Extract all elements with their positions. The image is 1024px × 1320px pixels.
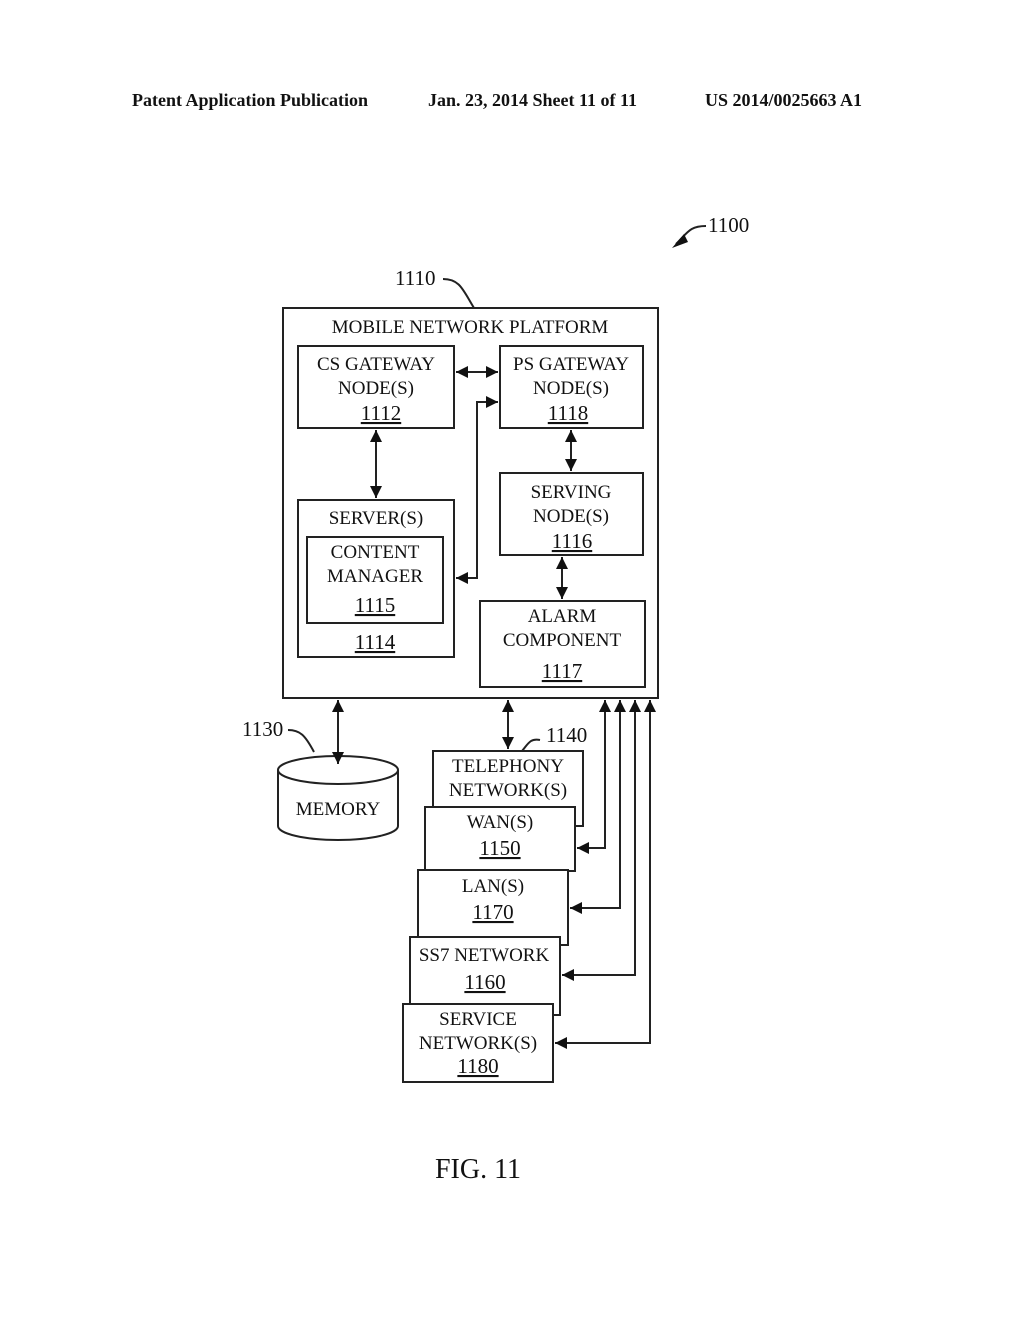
- ss7-ref: 1160: [464, 970, 505, 994]
- servers-ref: 1114: [355, 630, 396, 654]
- serving-node-ref: 1116: [552, 529, 592, 553]
- platform-title: MOBILE NETWORK PLATFORM: [332, 317, 609, 338]
- figure-caption: FIG. 11: [435, 1154, 521, 1185]
- figure-ref-number: 1100: [708, 213, 749, 237]
- diagram-canvas: 1100 1110 MOBILE NETWORK PLATFORM CS GAT…: [242, 213, 749, 1185]
- lan-ref: 1170: [472, 900, 513, 924]
- figure-ref-leader: [672, 225, 707, 248]
- cs-gateway-label-1: CS GATEWAY: [317, 354, 435, 375]
- platform-ref-leader: [442, 278, 475, 309]
- cs-gateway-ref: 1112: [361, 401, 401, 425]
- alarm-label-2: COMPONENT: [503, 630, 622, 651]
- memory-cylinder: [277, 755, 399, 841]
- wan-ref: 1150: [479, 836, 520, 860]
- ps-gateway-label-2: NODE(S): [533, 378, 609, 399]
- serving-node-label-1: SERVING: [531, 482, 612, 503]
- memory-ref-number: 1130: [242, 717, 283, 741]
- telephony-label-1: TELEPHONY: [452, 756, 564, 777]
- ps-content-manager-link: [456, 396, 498, 584]
- service-network-label-2: NETWORK(S): [419, 1033, 537, 1054]
- alarm-ref: 1117: [542, 659, 582, 683]
- content-manager-label-1: CONTENT: [331, 542, 420, 563]
- ps-gateway-ref: 1118: [548, 401, 588, 425]
- cs-gateway-label-2: NODE(S): [338, 378, 414, 399]
- lan-label: LAN(S): [462, 876, 524, 897]
- telephony-label-2: NETWORK(S): [449, 780, 567, 801]
- ps-gateway-label-1: PS GATEWAY: [513, 354, 629, 375]
- ss7-label: SS7 NETWORK: [419, 945, 550, 966]
- content-manager-ref: 1115: [355, 593, 395, 617]
- service-network-ref: 1180: [457, 1054, 498, 1078]
- service-network-label-1: SERVICE: [439, 1009, 517, 1030]
- wan-label: WAN(S): [467, 812, 534, 833]
- memory-ref-leader: [287, 729, 315, 753]
- serving-node-label-2: NODE(S): [533, 506, 609, 527]
- content-manager-label-2: MANAGER: [327, 566, 423, 587]
- telephony-ref-number: 1140: [546, 723, 587, 747]
- platform-ref-number: 1110: [395, 266, 435, 290]
- telephony-ref-leader: [521, 738, 541, 752]
- servers-label: SERVER(S): [329, 508, 424, 529]
- memory-label: MEMORY: [296, 799, 381, 820]
- alarm-label-1: ALARM: [528, 606, 597, 627]
